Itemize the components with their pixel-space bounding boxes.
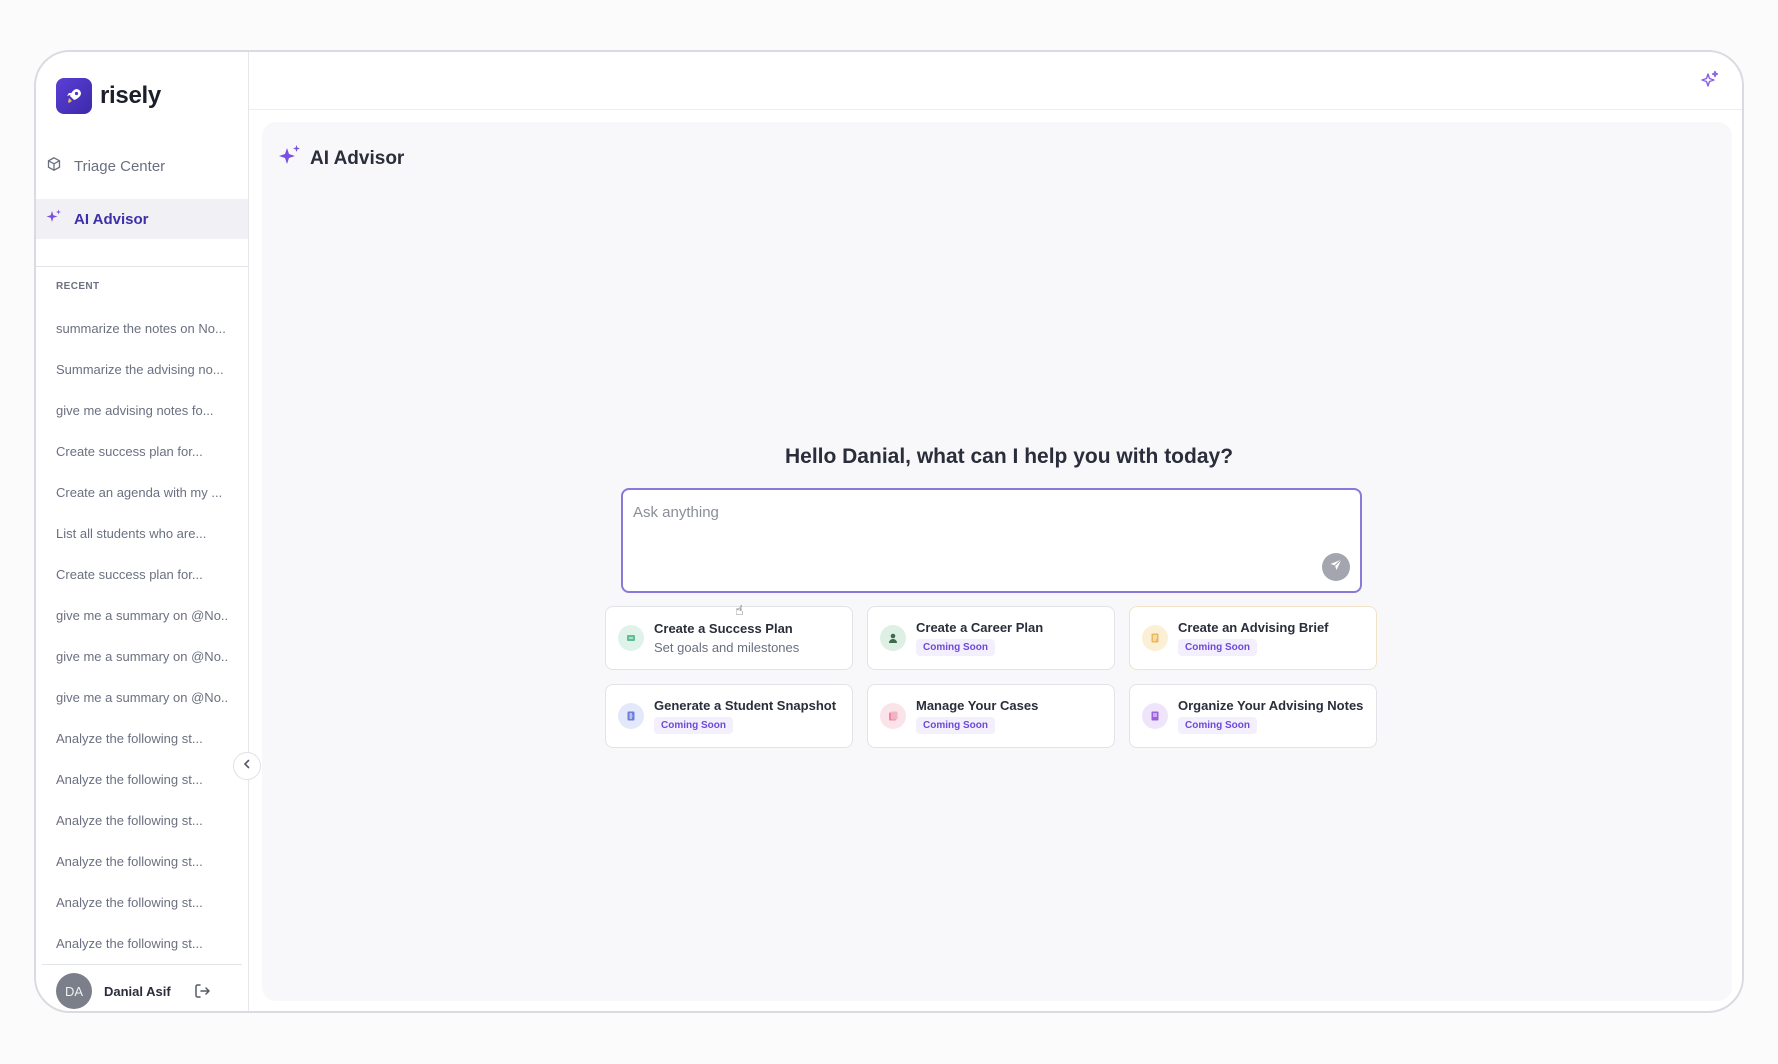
notes-icon: [1142, 703, 1168, 729]
sparkle-icon: [46, 209, 62, 229]
coming-soon-badge: Coming Soon: [654, 717, 733, 734]
ask-input[interactable]: [633, 504, 1233, 521]
target-icon: [618, 625, 644, 651]
sparkle-icon[interactable]: [1700, 70, 1720, 95]
cube-icon: [46, 156, 62, 176]
recent-item[interactable]: give me a summary on @No...: [56, 636, 228, 677]
card-title: Create an Advising Brief: [1178, 620, 1329, 635]
card-title: Generate a Student Snapshot: [654, 698, 837, 713]
recent-item[interactable]: give me a summary on @No...: [56, 595, 228, 636]
recent-item[interactable]: Analyze the following st...: [56, 759, 228, 800]
app-name: risely: [100, 82, 161, 109]
card-create-success-plan[interactable]: Create a Success Plan Set goals and mile…: [605, 606, 853, 670]
card-title: Manage Your Cases: [916, 698, 1039, 713]
card-create-advising-brief[interactable]: Create an Advising Brief Coming Soon: [1129, 606, 1377, 670]
recent-item[interactable]: Analyze the following st...: [56, 923, 228, 964]
recent-item[interactable]: Analyze the following st...: [56, 841, 228, 882]
recent-item[interactable]: List all students who are...: [56, 513, 228, 554]
ask-box: [621, 488, 1362, 593]
person-icon: [880, 625, 906, 651]
recent-list: summarize the notes on No... Summarize t…: [56, 308, 228, 964]
send-button[interactable]: [1322, 553, 1350, 581]
card-title: Create a Success Plan: [654, 621, 793, 636]
document-icon: [1142, 625, 1168, 651]
coming-soon-badge: Coming Soon: [916, 717, 995, 734]
sidebar: risely Triage Center AI Advisor RECENT s…: [36, 52, 249, 1011]
app-window: risely Triage Center AI Advisor RECENT s…: [34, 50, 1744, 1013]
rocket-icon: [56, 78, 92, 114]
main-panel: AI Advisor Hello Danial, what can I help…: [262, 122, 1732, 1001]
page-header: AI Advisor: [278, 144, 404, 173]
card-create-career-plan[interactable]: Create a Career Plan Coming Soon: [867, 606, 1115, 670]
recent-item[interactable]: Analyze the following st...: [56, 718, 228, 759]
card-organize-advising-notes[interactable]: Organize Your Advising Notes Coming Soon: [1129, 684, 1377, 748]
collapse-sidebar-button[interactable]: [233, 752, 261, 780]
card-manage-your-cases[interactable]: Manage Your Cases Coming Soon: [867, 684, 1115, 748]
app-logo[interactable]: risely: [56, 78, 161, 114]
recent-item[interactable]: give me advising notes fo...: [56, 390, 228, 431]
card-subtitle: Set goals and milestones: [654, 640, 800, 655]
recent-item[interactable]: Create success plan for...: [56, 554, 228, 595]
recent-item[interactable]: give me a summary on @No...: [56, 677, 228, 718]
recent-item[interactable]: Create success plan for...: [56, 431, 228, 472]
logout-icon[interactable]: [193, 982, 211, 1000]
recent-item[interactable]: summarize the notes on No...: [56, 308, 228, 349]
cases-icon: [880, 703, 906, 729]
card-title: Create a Career Plan: [916, 620, 1044, 635]
sidebar-item-triage-center[interactable]: Triage Center: [36, 146, 248, 186]
top-bar: [249, 52, 1742, 110]
sparkle-icon: [278, 144, 302, 173]
suggestion-cards: Create a Success Plan Set goals and mile…: [605, 606, 1383, 748]
greeting-heading: Hello Danial, what can I help you with t…: [784, 445, 1234, 468]
recent-item[interactable]: Summarize the advising no...: [56, 349, 228, 390]
user-name: Danial Asif: [104, 983, 171, 999]
recent-heading: RECENT: [56, 281, 100, 292]
chevron-left-icon: [241, 757, 253, 775]
sidebar-item-label: AI Advisor: [74, 210, 149, 228]
avatar[interactable]: DA: [56, 973, 92, 1009]
send-icon: [1329, 558, 1343, 577]
card-generate-student-snapshot[interactable]: Generate a Student Snapshot Coming Soon: [605, 684, 853, 748]
recent-item[interactable]: Analyze the following st...: [56, 800, 228, 841]
page-title: AI Advisor: [310, 147, 405, 169]
divider: [42, 964, 242, 965]
coming-soon-badge: Coming Soon: [1178, 639, 1257, 656]
coming-soon-badge: Coming Soon: [916, 639, 995, 656]
snapshot-icon: [618, 703, 644, 729]
coming-soon-badge: Coming Soon: [1178, 717, 1257, 734]
recent-item[interactable]: Create an agenda with my ...: [56, 472, 228, 513]
recent-item[interactable]: Analyze the following st...: [56, 882, 228, 923]
sidebar-item-label: Triage Center: [74, 157, 166, 175]
divider: [36, 266, 248, 267]
sidebar-item-ai-advisor[interactable]: AI Advisor: [36, 199, 248, 239]
user-profile: DA Danial Asif: [56, 973, 211, 1009]
card-title: Organize Your Advising Notes: [1178, 698, 1364, 713]
